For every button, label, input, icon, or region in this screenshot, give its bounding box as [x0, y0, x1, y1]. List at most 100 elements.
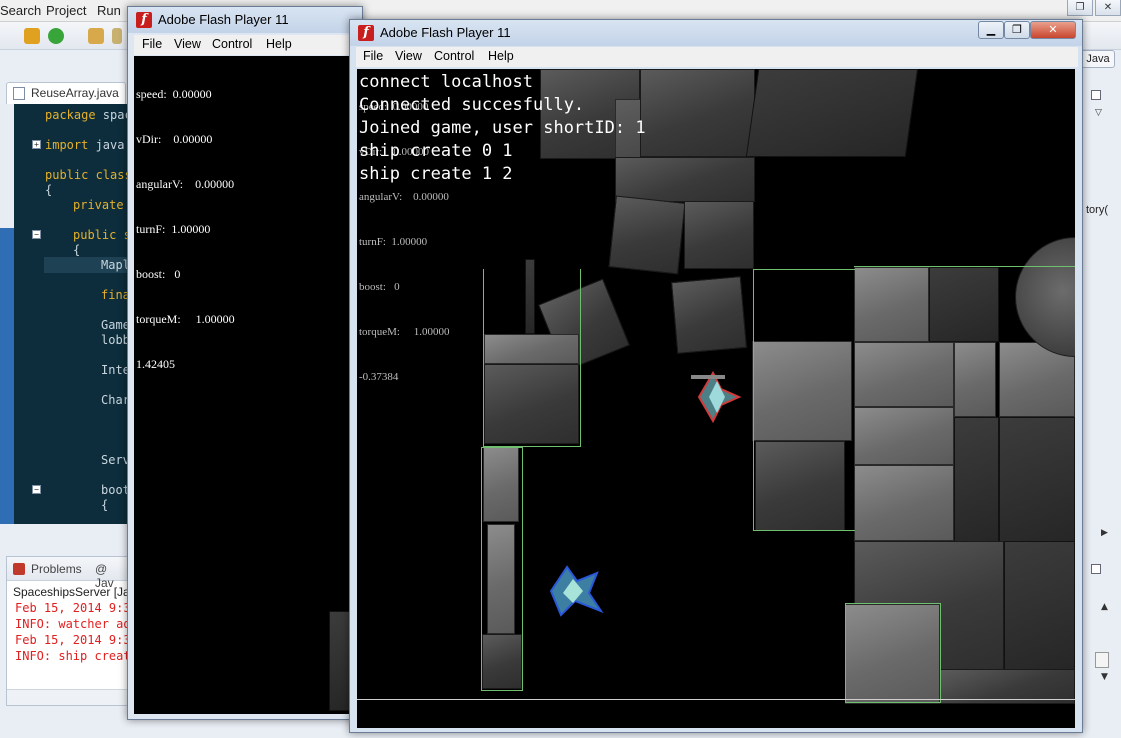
stat-extra: -0.37384 — [359, 371, 399, 383]
menu-search[interactable]: Search — [0, 3, 41, 18]
ship-stats: speed: 0.00000 vDir: 0.00000 angularV: 0… — [136, 57, 235, 402]
collision-outline — [845, 603, 941, 703]
maximize-view-button[interactable] — [1091, 90, 1101, 100]
code-line: boot — [101, 483, 130, 497]
fold-toggle[interactable]: − — [32, 230, 41, 239]
code-line: Char — [101, 393, 130, 407]
player-ship-icon — [549, 565, 604, 617]
console-horizontal-scrollbar[interactable] — [7, 689, 127, 705]
console-line: Feb 15, 2014 9:3 — [15, 633, 131, 647]
code-line: public s — [73, 228, 131, 242]
stat-row: boost: 0 — [359, 281, 400, 293]
editor-tab-label: ReuseArray.java — [31, 86, 119, 100]
log-line: ship create 0 1 — [359, 141, 513, 161]
scroll-up-arrow[interactable]: ▲ — [1101, 602, 1108, 612]
menu-project[interactable]: Project — [46, 3, 86, 18]
enemy-ship-icon — [691, 370, 742, 424]
wall-block — [854, 407, 954, 465]
code-line: { — [101, 498, 109, 512]
fold-toggle[interactable]: + — [32, 140, 41, 149]
title-bar[interactable]: f Adobe Flash Player 11 — [128, 7, 362, 33]
log-line: Joined game, user shortID: 1 — [359, 118, 646, 138]
flash-logo-icon: f — [136, 12, 152, 28]
stat-row: boost: 0 — [136, 267, 181, 281]
log-line: connect localhost — [359, 72, 533, 92]
chevron-down-icon[interactable]: ▽ — [1095, 108, 1102, 118]
floating-crate — [608, 195, 686, 275]
scrollbar-thumb[interactable] — [1095, 652, 1109, 668]
stat-row: torqueM: 1.00000 — [136, 312, 235, 326]
wall-block — [329, 611, 351, 711]
maximize-button[interactable]: ❐ — [1004, 21, 1030, 39]
java-perspective-button[interactable]: Java — [1081, 50, 1115, 68]
menu-help[interactable]: Help — [488, 49, 514, 63]
stat-row: angularV: 0.00000 — [359, 191, 449, 203]
window-title: Adobe Flash Player 11 — [158, 12, 289, 27]
problems-icon — [13, 563, 25, 575]
pencil-icon[interactable] — [112, 28, 122, 44]
flash-player-window-front[interactable]: f Adobe Flash Player 11 ▁ ❐ ✕ File View … — [349, 19, 1083, 733]
wall-block — [640, 69, 755, 157]
floating-crate — [684, 201, 754, 269]
collision-outline — [854, 266, 1075, 267]
console-line: Feb 15, 2014 9:3 — [15, 601, 131, 615]
code-line: fina — [101, 288, 130, 302]
maximize-view-button[interactable] — [1091, 564, 1101, 574]
wall-block — [854, 342, 954, 407]
menu-view[interactable]: View — [395, 49, 422, 63]
menu-run[interactable]: Run — [97, 3, 121, 18]
open-folder-icon[interactable] — [88, 28, 104, 44]
close-button[interactable]: ✕ — [1095, 0, 1121, 16]
stat-row: speed: 0.00000 — [136, 87, 212, 101]
window-title: Adobe Flash Player 11 — [380, 25, 511, 40]
restore-button[interactable]: ❐ — [1067, 0, 1093, 16]
code-line: private — [73, 198, 124, 212]
console-title: SpaceshipsServer [Jav — [13, 585, 136, 599]
menu-file[interactable]: File — [142, 37, 162, 51]
refresh-icon[interactable] — [48, 28, 64, 44]
flash-player-window-back[interactable]: f Adobe Flash Player 11 File View Contro… — [127, 6, 363, 720]
menu-view[interactable]: View — [174, 37, 201, 51]
wall-block — [954, 342, 996, 417]
stat-row: torqueM: 1.00000 — [359, 326, 450, 338]
collision-outline — [753, 269, 855, 531]
log-line: ship create 1 2 — [359, 164, 513, 184]
round-hub — [1015, 237, 1075, 357]
menubar: File View Control Help — [134, 35, 356, 55]
stat-row: angularV: 0.00000 — [136, 177, 235, 191]
menu-help[interactable]: Help — [266, 37, 292, 51]
code-line: import java. — [45, 138, 132, 152]
fold-toggle[interactable]: − — [32, 485, 41, 494]
collision-outline — [481, 447, 523, 691]
code-line: Inte — [101, 363, 130, 377]
code-line: Game — [101, 318, 130, 332]
game-stage[interactable]: speed: 0.00000 vDir: 0.00000 angularV: 0… — [134, 56, 358, 714]
code-line: Serv — [101, 453, 130, 467]
wall-block — [929, 267, 999, 342]
title-bar[interactable]: f Adobe Flash Player 11 ▁ ❐ ✕ — [350, 20, 1082, 46]
stat-row: vDir: 0.00000 — [136, 132, 213, 146]
editor-tab-reusearray[interactable]: ReuseArray.java — [6, 82, 126, 104]
floating-crate — [670, 276, 748, 354]
new-icon[interactable] — [24, 28, 40, 44]
code-line: package spac — [45, 108, 132, 122]
stat-extra: 1.42405 — [136, 357, 175, 371]
scroll-right-arrow[interactable]: ▶ — [1101, 528, 1108, 538]
wall-block — [854, 465, 954, 541]
code-line: lobb — [101, 333, 130, 347]
wall-block — [954, 417, 999, 542]
flash-logo-icon: f — [358, 25, 374, 41]
menu-control[interactable]: Control — [212, 37, 252, 51]
close-button[interactable]: ✕ — [1030, 21, 1076, 39]
code-line: { — [73, 243, 81, 257]
stat-row: turnF: 1.00000 — [136, 222, 211, 236]
wall-block — [745, 69, 919, 157]
game-stage[interactable]: speed: 0.00000 vDir: 0.00000 angularV: 0… — [357, 69, 1075, 728]
scroll-down-arrow[interactable]: ▼ — [1101, 672, 1108, 682]
console-panel: Problems @ Jav SpaceshipsServer [Jav Feb… — [6, 556, 136, 706]
minimize-button[interactable]: ▁ — [978, 21, 1004, 39]
menu-file[interactable]: File — [363, 49, 383, 63]
menu-control[interactable]: Control — [434, 49, 474, 63]
tab-problems[interactable]: Problems — [31, 562, 82, 576]
console-panel-header: Problems @ Jav — [7, 557, 127, 590]
